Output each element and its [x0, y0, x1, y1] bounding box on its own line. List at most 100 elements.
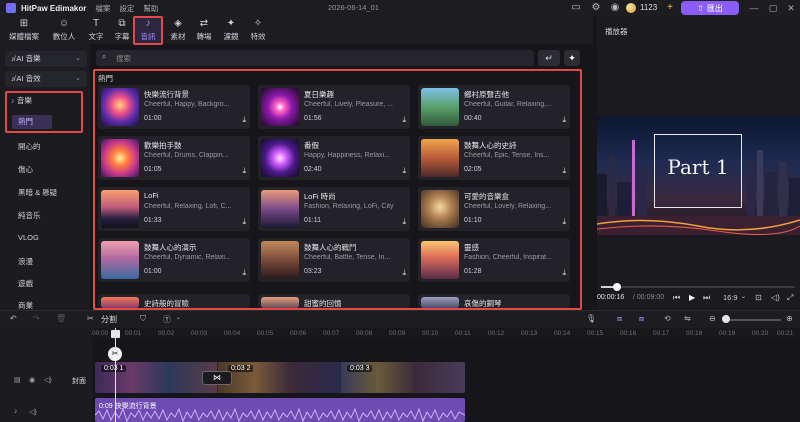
sidebar-ai-music[interactable]: ♪̸ AI 音樂 ⌄ — [5, 51, 87, 67]
music-card[interactable]: 歡樂拍手鼓 Cheerful, Drums, Clappin... 01:05 … — [98, 136, 250, 180]
playhead-handle[interactable] — [111, 330, 120, 338]
music-card[interactable]: 靈感 Fashion, Cheerful, Inspirat... 01:28 … — [418, 238, 570, 282]
cover-label[interactable]: 封面 — [72, 376, 86, 386]
delete-icon[interactable]: 🗑 — [56, 314, 66, 323]
sidebar-ai-sfx[interactable]: ♪̸ AI 音效 ⌄ — [5, 71, 87, 87]
snap-icon[interactable]: ⇋ — [684, 314, 691, 323]
search-enter-button[interactable]: ↵ — [538, 50, 560, 66]
video-preview[interactable]: Part 1 — [597, 116, 800, 235]
audio-track[interactable]: 0:09 快樂流行背景 — [95, 398, 465, 422]
sidebar-item-pure-music[interactable]: 純音乐 — [18, 210, 41, 221]
download-icon[interactable]: ⤓ — [402, 217, 406, 227]
zoom-slider[interactable] — [729, 319, 781, 321]
music-card[interactable]: 快樂流行背景 Cheerful, Happy, Backgro... 01:00… — [98, 85, 250, 129]
scrub-handle[interactable] — [613, 283, 621, 291]
video-clip[interactable]: 0:03 1 — [95, 362, 217, 393]
tool-effects[interactable]: ✧ 特效 — [240, 18, 276, 44]
download-icon[interactable]: ⤓ — [242, 166, 246, 176]
download-icon[interactable]: ⤓ — [242, 217, 246, 227]
visibility-icon[interactable]: ◉ — [29, 376, 35, 384]
scissors-icon[interactable]: ✂ — [87, 314, 94, 323]
playhead[interactable] — [115, 328, 116, 422]
sidebar-item-game[interactable]: 遊戲 — [18, 278, 33, 289]
sidebar-item-dark[interactable]: 黑暗 & 懸疑 — [18, 187, 57, 198]
profile-icon[interactable]: ◉ — [609, 2, 621, 14]
close-icon[interactable]: ✕ — [784, 1, 798, 15]
video-track[interactable]: 0:03 1 0:03 2 0:03 3 — [95, 362, 465, 393]
track-duration: 01:00 — [144, 115, 162, 122]
prev-frame-icon[interactable]: ⏮ — [673, 293, 680, 303]
sidebar-music[interactable]: ♪ 音樂 — [5, 93, 83, 109]
loop-icon[interactable]: ⟲ — [664, 314, 671, 323]
split-button[interactable]: 分割 — [101, 314, 117, 325]
timeline-ruler[interactable]: 00:00 00:01 00:02 00:03 00:04 00:05 00:0… — [92, 328, 800, 340]
minimize-icon[interactable]: — — [747, 1, 761, 15]
download-icon[interactable]: ⤓ — [562, 217, 566, 227]
sidebar-item-hot[interactable]: 熱門 — [12, 115, 52, 129]
video-clip[interactable]: 0:03 2 — [218, 362, 340, 393]
playback-progress[interactable] — [601, 286, 795, 288]
ai-match-icon[interactable]: ⧈ — [639, 314, 644, 324]
sidebar-item-vlog[interactable]: VLOG — [18, 233, 39, 242]
menu-file[interactable]: 檔案 — [95, 3, 110, 14]
download-icon[interactable]: ⤓ — [402, 115, 406, 125]
fullscreen-icon[interactable]: ⤢ — [787, 293, 793, 303]
sidebar-item-sad[interactable]: 傷心 — [18, 164, 33, 175]
shield-icon[interactable]: ⛉ — [140, 314, 146, 324]
microphone-icon[interactable]: 🎙 — [586, 314, 596, 323]
download-icon[interactable]: ⤓ — [242, 268, 246, 278]
music-card[interactable]: 鼓舞人心的戰鬥 Cheerful, Battle, Tense, In... 0… — [258, 238, 410, 282]
ai-search-button[interactable]: ✦ — [564, 50, 580, 66]
search-input[interactable] — [116, 51, 516, 65]
audio-toggle-icon[interactable]: ◁) — [29, 408, 37, 416]
chevron-down-icon[interactable]: ⌄ — [176, 314, 181, 321]
add-credits-icon[interactable]: + — [664, 2, 676, 14]
chevron-down-icon[interactable]: ⌄ — [741, 293, 746, 300]
download-icon[interactable]: ⤓ — [562, 166, 566, 176]
music-card[interactable]: 鼓舞人心的演示 Cheerful, Dynamic, Relaxi... 01:… — [98, 238, 250, 282]
zoom-out-icon[interactable]: ⊖ — [709, 314, 716, 323]
text-style-icon[interactable]: Ⓣ — [163, 314, 171, 325]
music-card[interactable]: LoFi 時尚 Fashion, Relaxing, LoFi, City 01… — [258, 187, 410, 231]
sidebar-item-happy[interactable]: 開心的 — [18, 141, 41, 152]
download-icon[interactable]: ⤓ — [402, 166, 406, 176]
menu-settings[interactable]: 設定 — [119, 3, 134, 14]
music-card[interactable]: 哀傷的鋼琴 — [418, 294, 570, 308]
music-card[interactable]: 史詩般的冒險 — [98, 294, 250, 308]
split-marker[interactable]: ✂ — [108, 347, 122, 361]
music-card[interactable]: 夏日樂趣 Cheerful, Lively, Pleasure, ... 01:… — [258, 85, 410, 129]
music-card[interactable]: 可愛的音樂盒 Cheerful, Lovely, Relaxing... 01:… — [418, 187, 570, 231]
maximize-icon[interactable]: ▢ — [766, 1, 780, 15]
music-card[interactable]: 鄉村原聲吉他 Cheerful, Guitar, Relaxing,... 00… — [418, 85, 570, 129]
tool-audio[interactable]: ♪ 音訊 — [134, 18, 162, 44]
export-button[interactable]: ⇧ 匯出 — [681, 1, 739, 15]
video-clip[interactable]: 0:03 3 — [341, 362, 465, 393]
download-icon[interactable]: ⤓ — [402, 268, 406, 278]
ai-cut-icon[interactable]: ⧈ — [617, 314, 622, 324]
zoom-handle[interactable] — [722, 315, 730, 323]
snapshot-icon[interactable]: ⊡ — [755, 293, 762, 302]
sidebar-item-romantic[interactable]: 浪漫 — [18, 256, 33, 267]
download-icon[interactable]: ⤓ — [242, 115, 246, 125]
transition-marker[interactable]: ⋈ — [202, 371, 232, 385]
aspect-ratio-select[interactable]: 16:9 — [723, 293, 738, 302]
music-card[interactable]: 番假 Happy, Happiness, Relaxi... 02:40 ⤓ — [258, 136, 410, 180]
play-icon[interactable]: ▶ — [689, 293, 695, 302]
music-card[interactable]: 甜蜜的回憶 — [258, 294, 410, 308]
volume-icon[interactable]: ◁) — [771, 293, 780, 302]
settings-gear-icon[interactable]: ⚙ — [590, 2, 602, 14]
track-title: 鼓舞人心的史詩 — [464, 141, 517, 150]
zoom-in-icon[interactable]: ⊕ — [786, 314, 793, 323]
redo-icon[interactable]: ↷ — [33, 314, 40, 323]
audio-toggle-icon[interactable]: ◁) — [44, 376, 52, 384]
download-icon[interactable]: ⤓ — [562, 115, 566, 125]
tool-avatar[interactable]: ☺ 數位人 — [46, 18, 82, 44]
menu-help[interactable]: 幫助 — [143, 3, 158, 14]
next-frame-icon[interactable]: ⏭ — [703, 293, 710, 303]
download-icon[interactable]: ⤓ — [562, 268, 566, 278]
monitor-icon[interactable]: ▭ — [570, 2, 582, 14]
undo-icon[interactable]: ↶ — [10, 314, 17, 323]
music-card[interactable]: LoFi Cheerful, Relaxing, Lofi, C... 01:3… — [98, 187, 250, 231]
music-card[interactable]: 鼓舞人心的史詩 Cheerful, Epic, Tense, Ins... 02… — [418, 136, 570, 180]
tool-media[interactable]: ⊞ 媒體檔案 — [4, 18, 44, 44]
